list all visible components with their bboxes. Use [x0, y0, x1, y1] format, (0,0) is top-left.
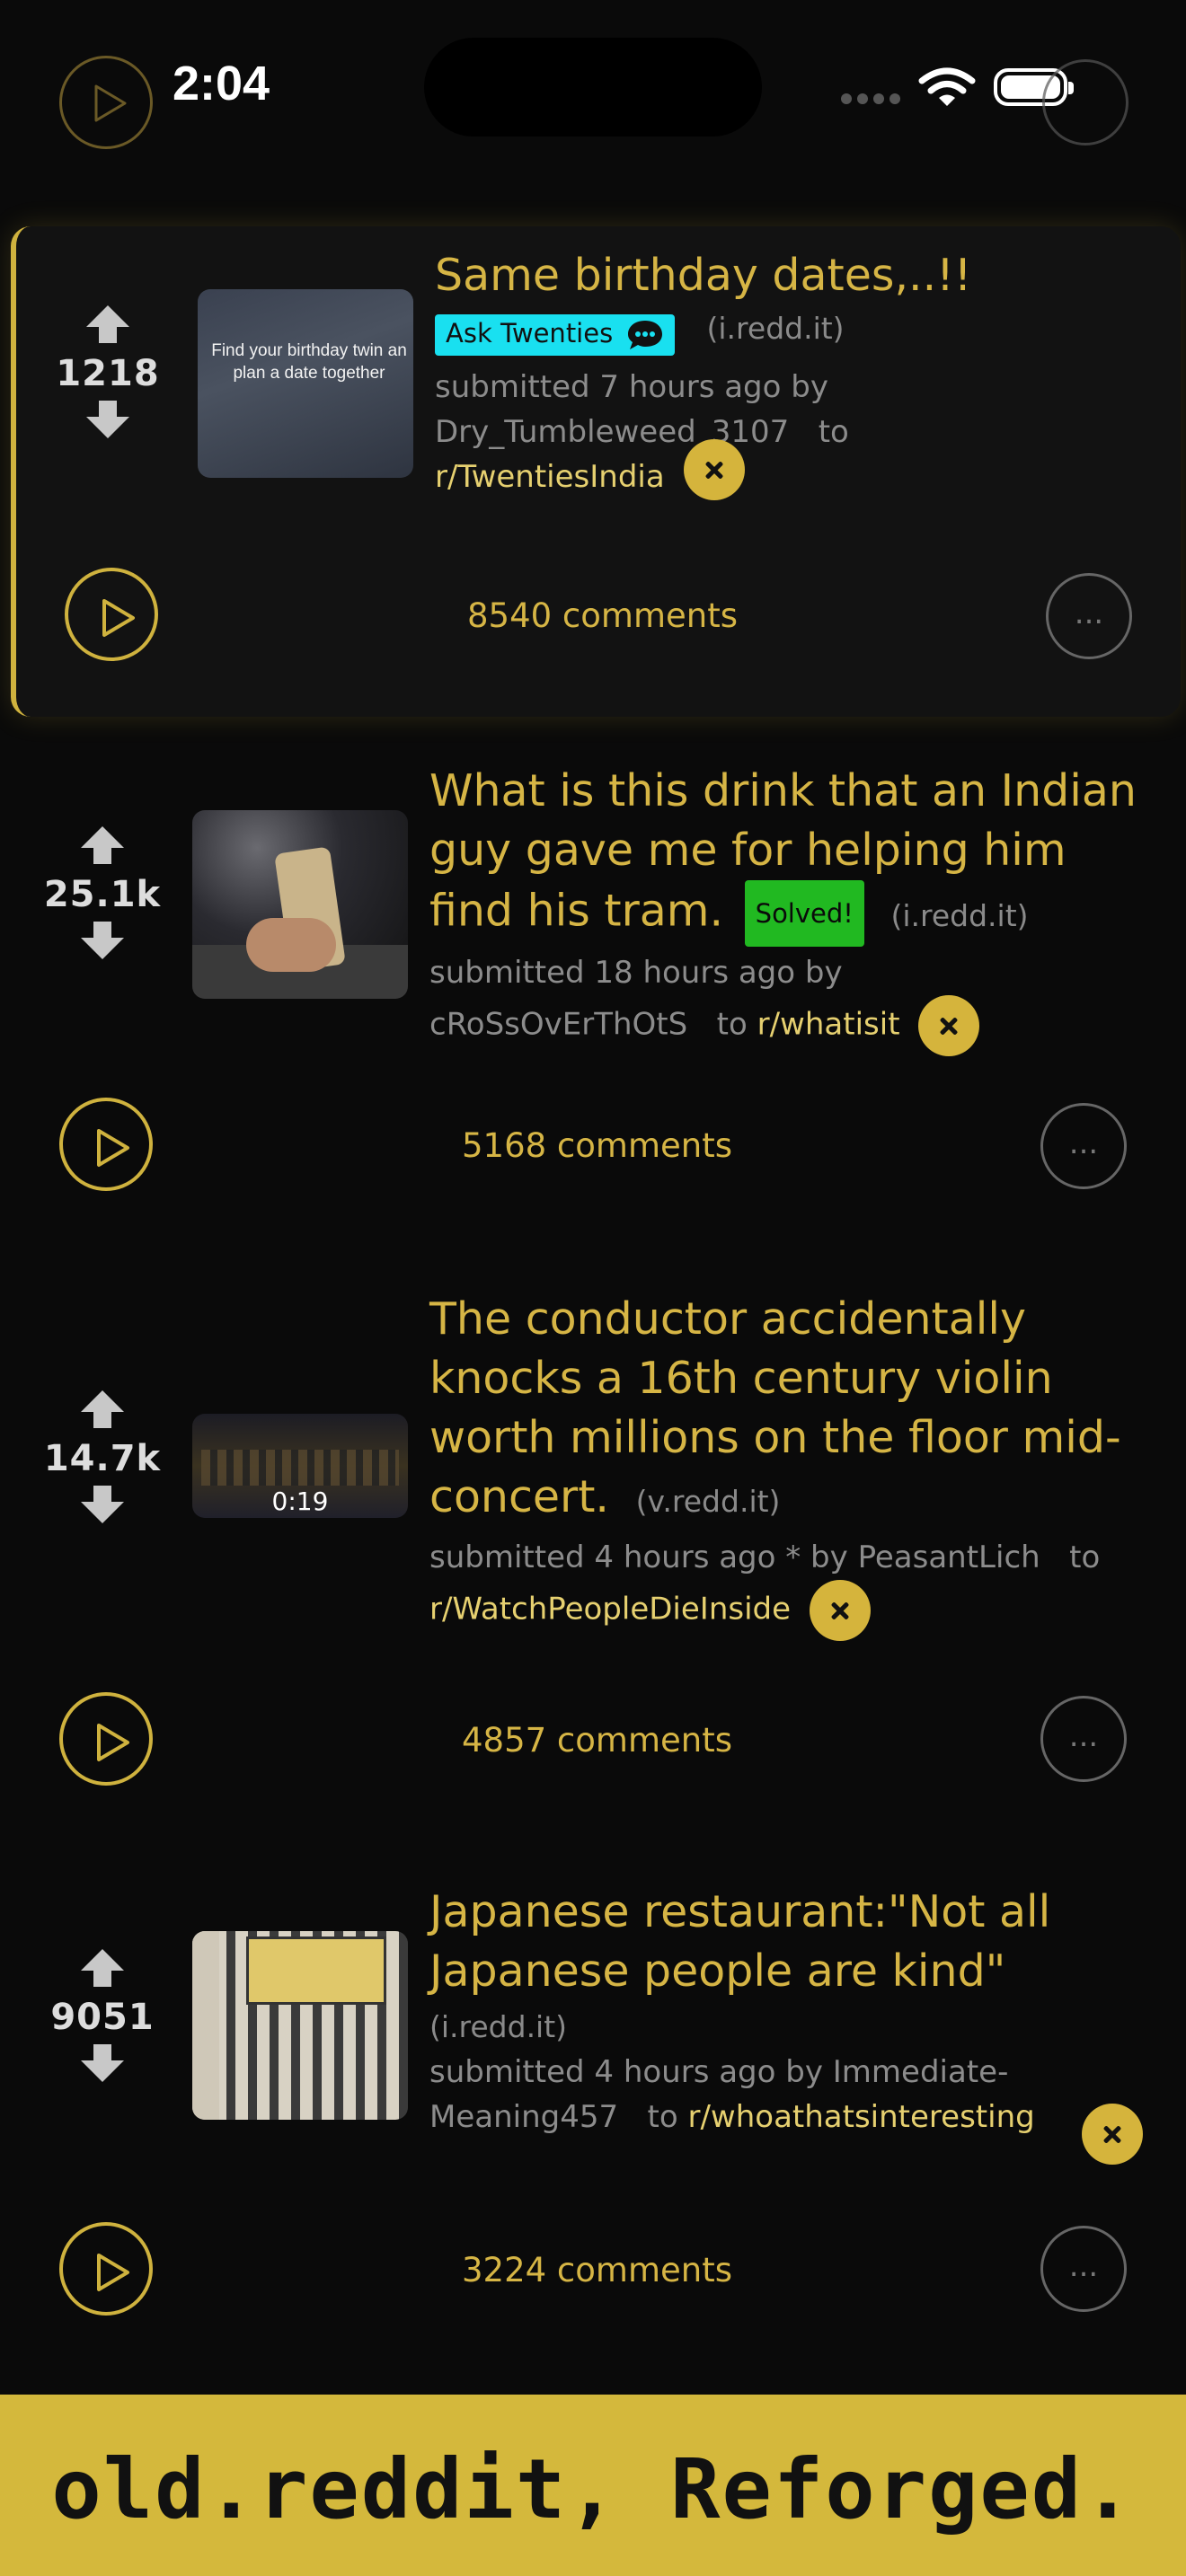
post-content: Same birthday dates,..!! Ask Twenties (i…: [435, 246, 1154, 500]
close-icon[interactable]: [809, 1580, 871, 1641]
play-button[interactable]: [65, 568, 158, 661]
video-duration: 0:19: [271, 1486, 329, 1516]
post-title[interactable]: What is this drink that an Indian guy ga…: [429, 762, 1148, 947]
downvote-icon[interactable]: [75, 1484, 129, 1525]
footer-banner: old.reddit, Reforged.: [0, 2395, 1186, 2576]
play-icon: [102, 599, 135, 637]
upvote-icon[interactable]: [81, 304, 135, 345]
downvote-icon[interactable]: [75, 920, 129, 961]
footer-tagline: old.reddit, Reforged.: [51, 2441, 1135, 2537]
post-flair: Ask Twenties: [435, 313, 676, 356]
post-content: The conductor accidentally knocks a 16th…: [429, 1290, 1148, 1641]
play-icon: [97, 1129, 129, 1167]
post-author[interactable]: cRoSsOvErThOtS: [429, 1007, 687, 1043]
vote-column: 14.7k: [40, 1389, 165, 1529]
downvote-icon[interactable]: [81, 399, 135, 440]
post-author[interactable]: PeasantLich: [858, 1539, 1040, 1575]
upvote-icon[interactable]: [75, 1947, 129, 1989]
status-bar: 2:04: [0, 0, 1186, 180]
post-domain[interactable]: (i.redd.it): [890, 898, 1028, 933]
post-thumbnail[interactable]: [192, 1931, 408, 2120]
vote-column: 25.1k: [40, 825, 165, 965]
post-thumbnail[interactable]: Find your birthday twin an plan a date t…: [198, 289, 413, 478]
post-thumbnail[interactable]: [192, 810, 408, 999]
post-subreddit[interactable]: r/TwentiesIndia: [435, 459, 665, 495]
post-meta: submitted 18 hours ago by cRoSsOvErThOtS…: [429, 950, 1148, 1056]
more-options-button[interactable]: ...: [1040, 1696, 1127, 1782]
post-domain[interactable]: (i.redd.it): [707, 311, 845, 346]
comments-link[interactable]: 5168 comments: [462, 1126, 732, 1165]
more-options-button[interactable]: ...: [1040, 2226, 1127, 2312]
post-subreddit[interactable]: r/whoathatsinteresting: [688, 2099, 1035, 2135]
comments-link[interactable]: 8540 comments: [467, 596, 738, 635]
play-button[interactable]: [59, 1692, 153, 1786]
play-button[interactable]: [59, 1098, 153, 1191]
ghost-more-button[interactable]: [1042, 59, 1128, 146]
status-time: 2:04: [173, 57, 270, 110]
close-icon[interactable]: [918, 995, 980, 1056]
comments-link[interactable]: 3224 comments: [462, 2251, 732, 2289]
post-score: 1218: [56, 353, 160, 394]
play-icon: [97, 1724, 129, 1761]
upvote-icon[interactable]: [75, 825, 129, 866]
signal-icon: [841, 93, 900, 104]
post-title[interactable]: The conductor accidentally knocks a 16th…: [429, 1290, 1148, 1531]
post-flair: Solved!: [744, 880, 864, 947]
post-title[interactable]: Same birthday dates,..!!: [435, 246, 1154, 305]
ghost-play-button[interactable]: [59, 56, 153, 149]
post-score: 9051: [50, 1997, 155, 2038]
more-options-button[interactable]: ...: [1046, 573, 1132, 659]
post-subreddit[interactable]: r/whatisit: [757, 1007, 900, 1043]
more-options-button[interactable]: ...: [1040, 1103, 1127, 1189]
thumbnail-caption: Find your birthday twin an plan a date t…: [211, 341, 407, 383]
play-button[interactable]: [59, 2222, 153, 2316]
post-card: 25.1k What is this drink that an Indian …: [0, 749, 1186, 1234]
comments-link[interactable]: 4857 comments: [462, 1721, 732, 1760]
post-subreddit[interactable]: r/WatchPeopleDieInside: [429, 1592, 791, 1628]
post-domain[interactable]: (i.redd.it): [429, 2005, 1148, 2050]
post-card: 14.7k 0:19 The conductor accidentally kn…: [0, 1284, 1186, 1823]
post-meta: submitted 7 hours ago by Dry_Tumbleweed_…: [435, 365, 1154, 500]
post-author[interactable]: Dry_Tumbleweed_3107: [435, 414, 789, 450]
downvote-icon[interactable]: [75, 2042, 129, 2084]
post-title[interactable]: Japanese restaurant:"Not all Japanese pe…: [429, 1883, 1148, 2001]
play-icon: [97, 2254, 129, 2291]
wifi-icon: [918, 67, 976, 106]
post-content: Japanese restaurant:"Not all Japanese pe…: [429, 1883, 1148, 2139]
post-card: 1218 Find your birthday twin an plan a d…: [11, 226, 1181, 717]
close-icon[interactable]: [683, 439, 745, 500]
vote-column: 9051: [40, 1947, 165, 2087]
post-meta: submitted 4 hours ago * by PeasantLich t…: [429, 1535, 1148, 1641]
post-card: 9051 Japanese restaurant:"Not all Japane…: [0, 1877, 1186, 2362]
post-meta: submitted 4 hours ago by Immediate-Meani…: [429, 2054, 1035, 2135]
upvote-icon[interactable]: [75, 1389, 129, 1430]
post-score: 25.1k: [43, 874, 162, 915]
vote-column: 1218: [45, 304, 171, 444]
chat-bubble-icon: [628, 320, 663, 349]
post-domain[interactable]: (v.redd.it): [636, 1484, 781, 1519]
close-icon[interactable]: [1082, 2104, 1143, 2165]
post-content: What is this drink that an Indian guy ga…: [429, 762, 1148, 1056]
post-score: 14.7k: [43, 1438, 162, 1479]
dynamic-island: [424, 38, 762, 137]
post-thumbnail[interactable]: 0:19: [192, 1414, 408, 1518]
